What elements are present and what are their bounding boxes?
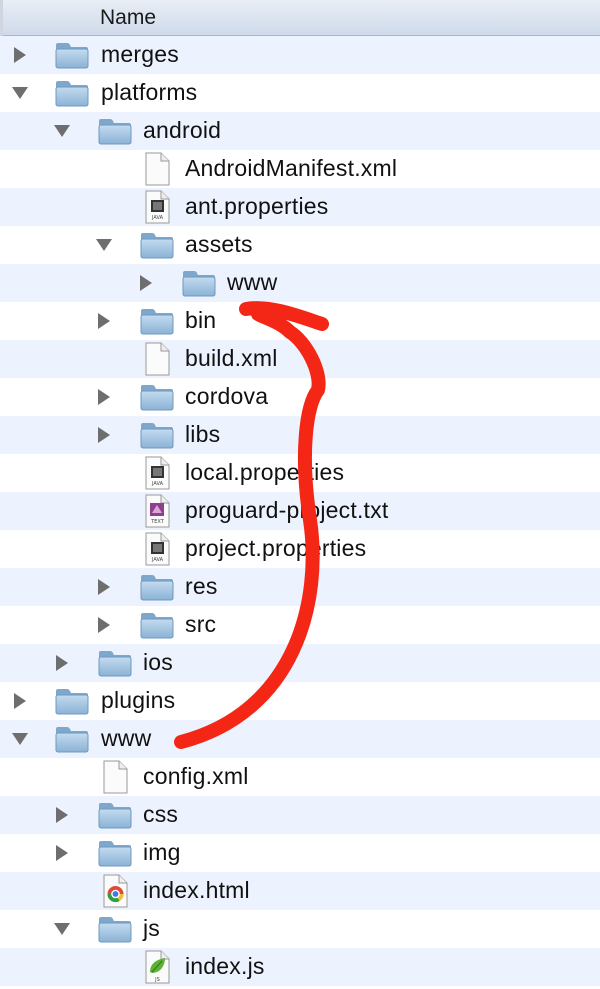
file-row-config-xml[interactable]: config.xml xyxy=(0,758,600,796)
folder-icon xyxy=(140,573,174,606)
svg-text:JAVA: JAVA xyxy=(151,557,164,563)
item-name-label: build.xml xyxy=(185,345,278,371)
item-name-label: bin xyxy=(185,307,217,333)
folder-icon xyxy=(98,801,132,834)
disclosure-triangle-expanded-icon[interactable] xyxy=(52,112,72,150)
svg-text:JS: JS xyxy=(154,977,160,983)
file-row-androidmanifest-xml[interactable]: AndroidManifest.xml xyxy=(0,150,600,188)
item-name-label: res xyxy=(185,573,218,599)
item-name-label: ios xyxy=(143,649,174,675)
item-name-label: assets xyxy=(185,231,253,257)
disclosure-triangle-expanded-icon[interactable] xyxy=(10,74,30,112)
item-name-label: merges xyxy=(101,41,179,67)
item-name-label: project.properties xyxy=(185,535,367,561)
folder-icon xyxy=(55,79,89,112)
file-row-ant-properties[interactable]: JAVA ant.properties xyxy=(0,188,600,226)
disclosure-triangle-collapsed-icon[interactable] xyxy=(94,606,114,644)
item-name-label: css xyxy=(143,801,179,827)
folder-row-plugins[interactable]: plugins xyxy=(0,682,600,720)
disclosure-triangle-collapsed-icon[interactable] xyxy=(52,834,72,872)
folder-row-js[interactable]: js xyxy=(0,910,600,948)
column-header[interactable]: Name xyxy=(0,0,600,36)
folder-icon xyxy=(55,687,89,720)
item-name-label: proguard-project.txt xyxy=(185,497,389,523)
folder-icon xyxy=(98,839,132,872)
item-name-label: ant.properties xyxy=(185,193,329,219)
item-name-label: index.html xyxy=(143,877,250,903)
file-row-build-xml[interactable]: build.xml xyxy=(0,340,600,378)
svg-text:JAVA: JAVA xyxy=(151,215,164,221)
file-row-index-js[interactable]: JS index.js xyxy=(0,948,600,986)
file-row-project-properties[interactable]: JAVA project.properties xyxy=(0,530,600,568)
folder-row-css[interactable]: css xyxy=(0,796,600,834)
file-row-proguard-project-txt[interactable]: TEXT proguard-project.txt xyxy=(0,492,600,530)
javascript-file-icon: JS xyxy=(143,950,171,989)
folder-row-cordova[interactable]: cordova xyxy=(0,378,600,416)
file-row-local-properties[interactable]: JAVA local.properties xyxy=(0,454,600,492)
disclosure-triangle-collapsed-icon[interactable] xyxy=(136,264,156,302)
folder-row-libs[interactable]: libs xyxy=(0,416,600,454)
item-name-label: img xyxy=(143,839,181,865)
disclosure-triangle-expanded-icon[interactable] xyxy=(52,910,72,948)
item-name-label: platforms xyxy=(101,79,198,105)
svg-text:TEXT: TEXT xyxy=(150,519,165,525)
name-column-header[interactable]: Name xyxy=(100,6,156,30)
java-file-icon: JAVA xyxy=(143,456,171,495)
item-name-label: libs xyxy=(185,421,221,447)
svg-text:JAVA: JAVA xyxy=(151,481,164,487)
item-name-label: www xyxy=(101,725,152,751)
folder-icon xyxy=(98,117,132,150)
folder-icon xyxy=(140,421,174,454)
java-file-icon: JAVA xyxy=(143,190,171,229)
item-name-label: plugins xyxy=(101,687,176,713)
folder-icon xyxy=(140,383,174,416)
item-name-label: js xyxy=(143,915,161,941)
disclosure-triangle-collapsed-icon[interactable] xyxy=(94,568,114,606)
folder-icon xyxy=(140,611,174,644)
item-name-label: android xyxy=(143,117,222,143)
folder-row-merges[interactable]: merges xyxy=(0,36,600,74)
folder-icon xyxy=(140,231,174,264)
folder-row-android[interactable]: android xyxy=(0,112,600,150)
folder-icon xyxy=(140,307,174,340)
disclosure-triangle-collapsed-icon[interactable] xyxy=(94,416,114,454)
document-icon xyxy=(101,760,129,799)
folder-row-ios[interactable]: ios xyxy=(0,644,600,682)
document-icon xyxy=(143,342,171,381)
folder-row-img[interactable]: img xyxy=(0,834,600,872)
java-file-icon: JAVA xyxy=(143,532,171,571)
item-name-label: local.properties xyxy=(185,459,345,485)
disclosure-triangle-expanded-icon[interactable] xyxy=(10,720,30,758)
item-name-label: AndroidManifest.xml xyxy=(185,155,398,181)
item-name-label: cordova xyxy=(185,383,269,409)
disclosure-triangle-expanded-icon[interactable] xyxy=(94,226,114,264)
folder-row-www[interactable]: www xyxy=(0,720,600,758)
disclosure-triangle-collapsed-icon[interactable] xyxy=(94,302,114,340)
folder-row-platforms[interactable]: platforms xyxy=(0,74,600,112)
header-divider xyxy=(0,0,3,36)
folder-row-src[interactable]: src xyxy=(0,606,600,644)
item-name-label: config.xml xyxy=(143,763,249,789)
folder-icon xyxy=(182,269,216,302)
file-row-index-html[interactable]: index.html xyxy=(0,872,600,910)
document-icon xyxy=(143,152,171,191)
folder-icon xyxy=(98,915,132,948)
folder-row-www[interactable]: www xyxy=(0,264,600,302)
disclosure-triangle-collapsed-icon[interactable] xyxy=(94,378,114,416)
disclosure-triangle-collapsed-icon[interactable] xyxy=(52,644,72,682)
folder-row-bin[interactable]: bin xyxy=(0,302,600,340)
disclosure-triangle-collapsed-icon[interactable] xyxy=(10,36,30,74)
folder-row-res[interactable]: res xyxy=(0,568,600,606)
folder-icon xyxy=(55,725,89,758)
folder-row-assets[interactable]: assets xyxy=(0,226,600,264)
disclosure-triangle-collapsed-icon[interactable] xyxy=(52,796,72,834)
folder-icon xyxy=(55,41,89,74)
folder-icon xyxy=(98,649,132,682)
item-name-label: www xyxy=(227,269,278,295)
item-name-label: src xyxy=(185,611,217,637)
disclosure-triangle-collapsed-icon[interactable] xyxy=(10,682,30,720)
text-file-icon: TEXT xyxy=(143,494,171,533)
chrome-html-file-icon xyxy=(101,874,129,913)
item-name-label: index.js xyxy=(185,953,265,979)
